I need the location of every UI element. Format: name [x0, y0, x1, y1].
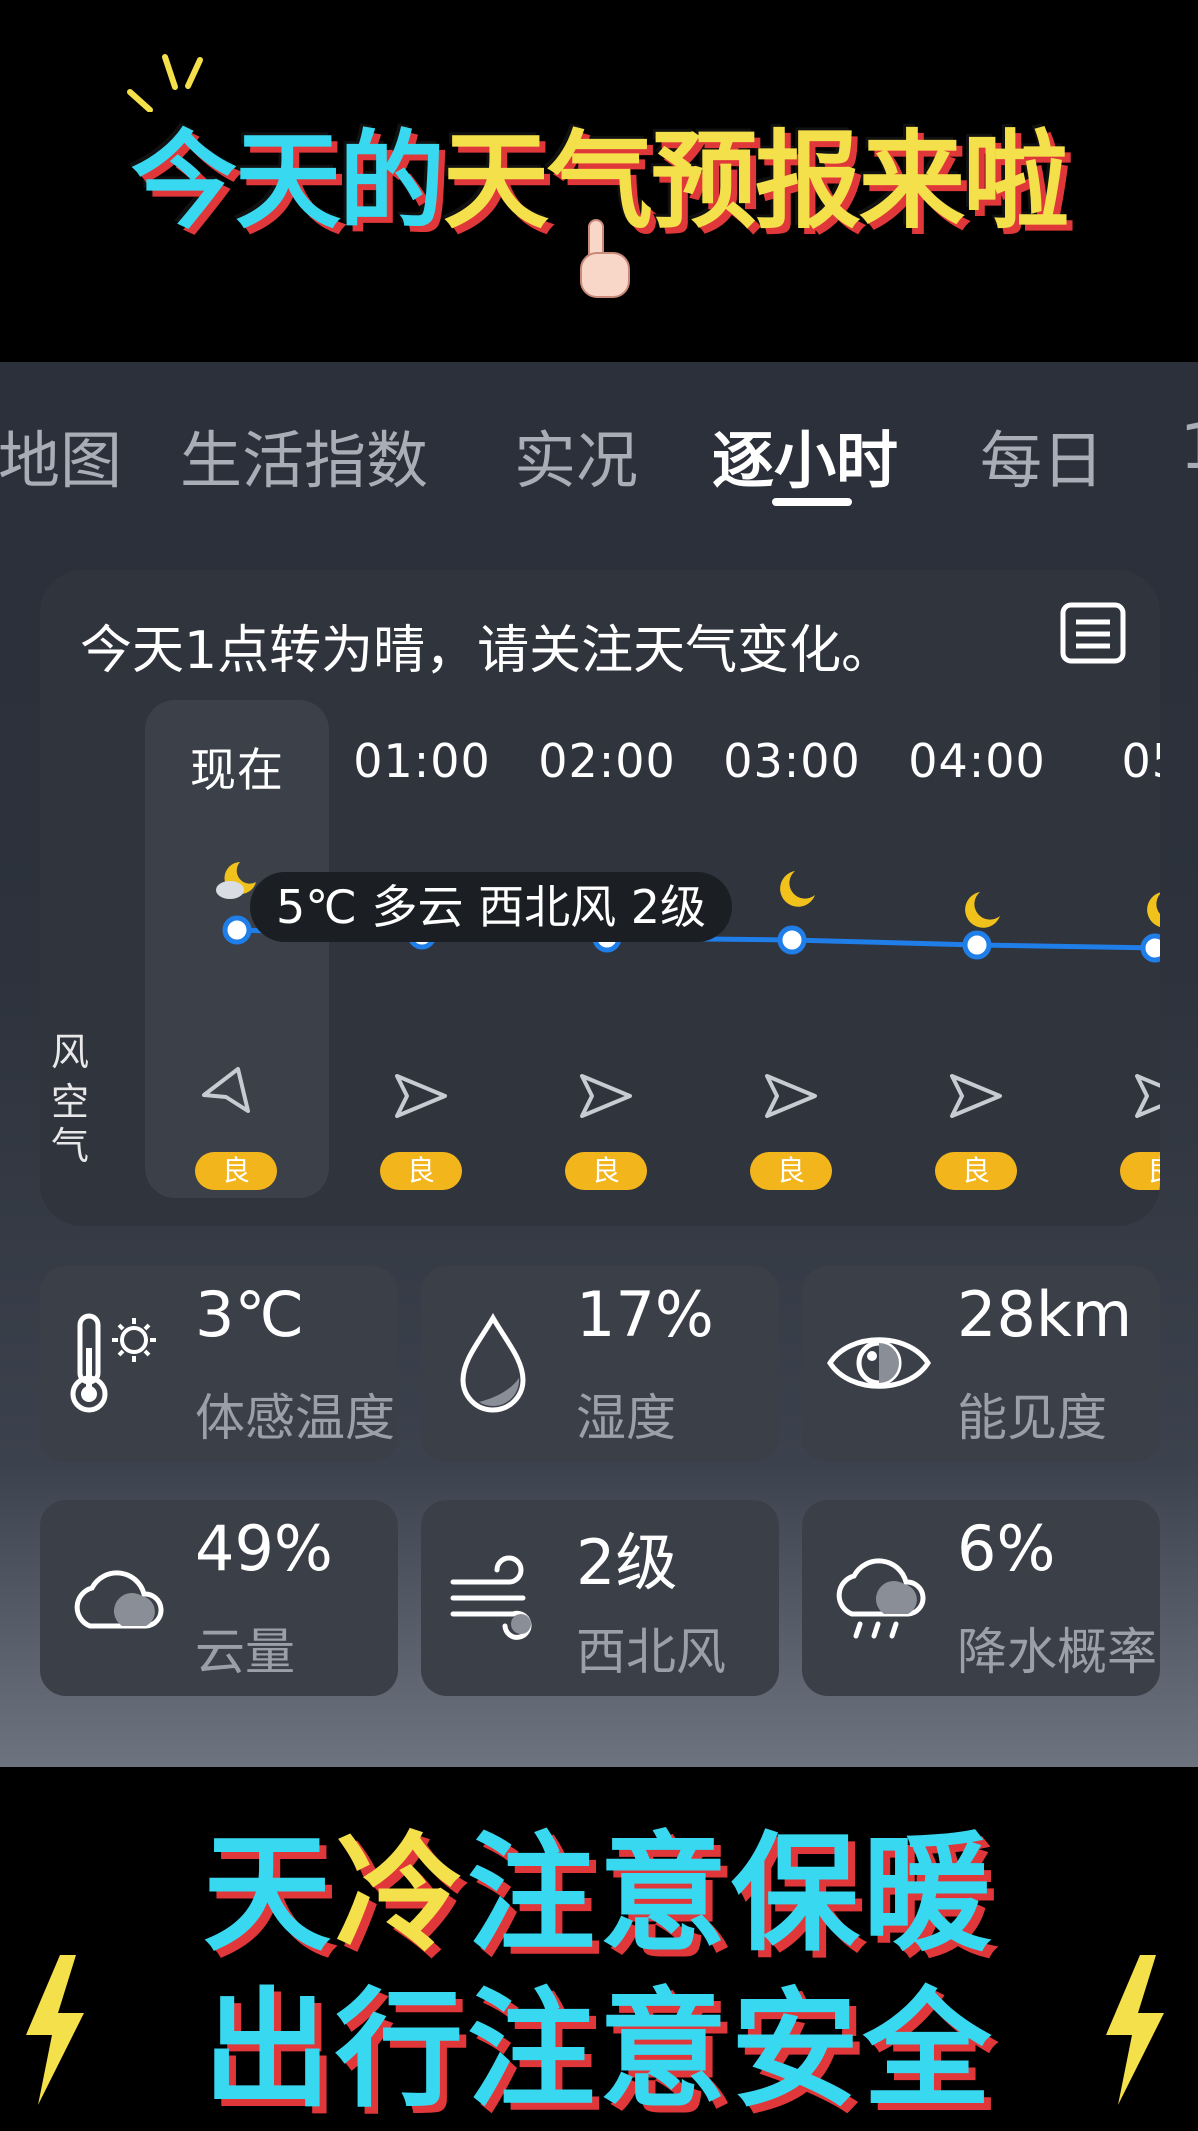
- slogan-line-2: 出行注意安全: [202, 1976, 995, 2125]
- temp-point: [962, 930, 992, 960]
- feels-like-label: 体感温度: [195, 1389, 395, 1447]
- rain-cloud-icon: [836, 1558, 926, 1639]
- active-tab-indicator: [772, 498, 852, 506]
- aqi-badge: 良: [935, 1152, 1017, 1190]
- wind-direction-icon: [950, 1074, 1002, 1118]
- visibility-label: 能见度: [957, 1389, 1107, 1447]
- feels-like-value: 3℃: [195, 1278, 305, 1351]
- weather-app: 地图 生活指数 实况 逐小时 每日 1 今天1点转为晴，请关注天气变化。 现在 …: [0, 362, 1198, 1767]
- banner-title-part1: 今天的: [131, 120, 445, 243]
- bottom-banner: 天冷注意保暖 出行注意安全: [0, 1768, 1198, 2125]
- wind-direction-icon: [580, 1074, 632, 1118]
- cloud-cover-label: 云量: [195, 1623, 295, 1681]
- thermometer-sun-icon: [70, 1313, 156, 1413]
- aqi-badge: 良: [750, 1152, 832, 1190]
- wind-tile[interactable]: 2级 西北风: [421, 1500, 779, 1696]
- feels-like-tile[interactable]: 3℃ 体感温度: [40, 1266, 398, 1462]
- aqi-badge: 良: [565, 1152, 647, 1190]
- water-drop-icon: [460, 1313, 526, 1413]
- banner-title-part3: 预报来啦: [651, 120, 1069, 243]
- tab-live[interactable]: 实况: [514, 410, 638, 500]
- temp-point: [1140, 933, 1160, 963]
- cloud-cover-value: 49%: [195, 1512, 333, 1585]
- top-banner: 今天的天气预报来啦: [0, 0, 1198, 360]
- humidity-tile[interactable]: 17% 湿度: [421, 1266, 779, 1462]
- humidity-value: 17%: [576, 1278, 714, 1351]
- wind-direction-icon: [765, 1074, 817, 1118]
- lightning-bolt-icon: [1106, 1955, 1164, 2105]
- wind-icon: [450, 1555, 532, 1640]
- wind-direction-label: 西北风: [576, 1623, 726, 1681]
- wind-direction-icon: [202, 1067, 250, 1113]
- tab-next[interactable]: 1: [1180, 410, 1198, 483]
- eye-icon: [827, 1337, 931, 1389]
- temp-point: [222, 915, 252, 945]
- temp-point: [777, 925, 807, 955]
- wind-direction-icon: [395, 1074, 447, 1118]
- cloud-cover-tile[interactable]: 49% 云量: [40, 1500, 398, 1696]
- aqi-badge: 良: [1120, 1152, 1160, 1190]
- tab-daily[interactable]: 每日: [980, 410, 1104, 500]
- humidity-label: 湿度: [576, 1389, 676, 1447]
- tab-bar: 地图 生活指数 实况 逐小时 每日 1: [0, 362, 1198, 532]
- cloud-icon: [74, 1570, 164, 1629]
- precipitation-value: 6%: [957, 1512, 1056, 1585]
- aqi-badge: 良: [195, 1152, 277, 1190]
- current-weather-tooltip: 5℃ 多云 西北风 2级: [250, 872, 733, 942]
- wind-row-label: 风: [50, 1030, 89, 1074]
- hourly-forecast-card: 今天1点转为晴，请关注天气变化。 现在 01:00 02:00 03:00 04…: [40, 570, 1160, 1226]
- air-row-label: 空气: [50, 1080, 89, 1168]
- tab-life-index[interactable]: 生活指数: [180, 410, 428, 500]
- aqi-badge: 良: [380, 1152, 462, 1190]
- pointing-hand-icon: [580, 219, 630, 298]
- wind-direction-icon: [1135, 1074, 1160, 1118]
- precipitation-label: 降水概率: [957, 1623, 1157, 1681]
- wind-level-value: 2级: [576, 1526, 678, 1599]
- visibility-value: 28km: [957, 1278, 1133, 1351]
- tab-map[interactable]: 地图: [0, 410, 122, 500]
- precipitation-tile[interactable]: 6% 降水概率: [802, 1500, 1160, 1696]
- visibility-tile[interactable]: 28km 能见度: [802, 1266, 1160, 1462]
- lightning-bolt-icon: [26, 1955, 84, 2105]
- tab-hourly[interactable]: 逐小时: [712, 410, 898, 500]
